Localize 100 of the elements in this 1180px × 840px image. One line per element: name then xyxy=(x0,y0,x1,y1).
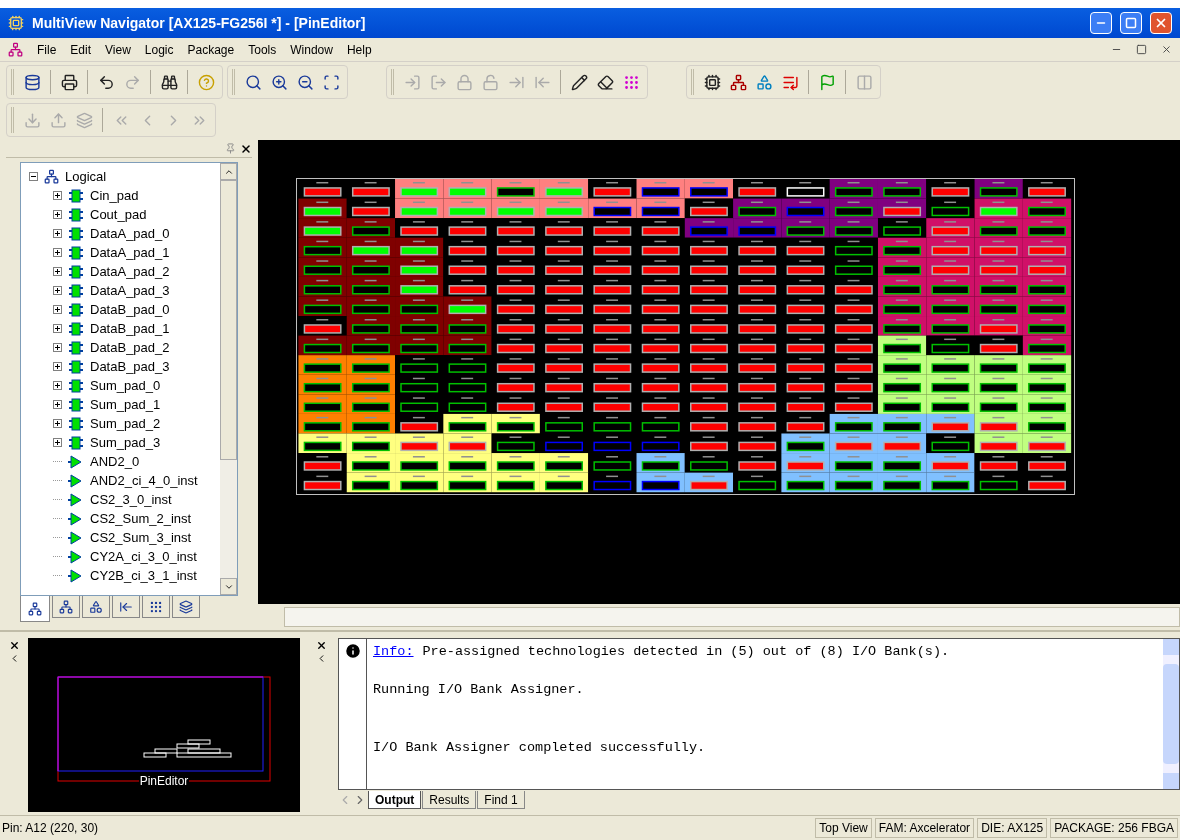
pad-icon xyxy=(68,416,84,431)
panel-tab[interactable] xyxy=(142,596,170,618)
expand-toggle[interactable] xyxy=(53,324,62,333)
panel-close-icon[interactable] xyxy=(315,640,327,651)
panel-close-icon[interactable] xyxy=(8,640,20,651)
hierarchy-icon[interactable] xyxy=(729,73,747,91)
status-field: FAM: Axcelerator xyxy=(874,818,975,838)
pencil-icon[interactable] xyxy=(570,73,588,91)
tree-item[interactable]: DataB_pad_0 xyxy=(90,299,170,320)
expand-toggle[interactable] xyxy=(53,229,62,238)
minimize-button[interactable] xyxy=(1090,12,1112,34)
menu-item[interactable]: Tools xyxy=(248,40,277,59)
expand-toggle[interactable] xyxy=(53,419,62,428)
pad-icon xyxy=(68,321,84,336)
tree-item[interactable]: CS2_Sum_3_inst xyxy=(90,527,192,548)
tree-item[interactable]: CY2A_ci_3_0_inst xyxy=(90,546,197,567)
panel-tab[interactable] xyxy=(52,596,80,618)
expand-toggle[interactable] xyxy=(53,267,62,276)
printer-icon[interactable] xyxy=(60,73,78,91)
maximize-button[interactable] xyxy=(1120,12,1142,34)
pad-icon xyxy=(68,226,84,241)
tree-item[interactable]: Sum_pad_2 xyxy=(90,413,161,434)
expand-toggle[interactable] xyxy=(53,248,62,257)
panel-close-icon[interactable] xyxy=(240,142,252,155)
eraser-icon[interactable] xyxy=(596,73,614,91)
tree-item[interactable]: DataA_pad_2 xyxy=(90,261,170,282)
menu-item[interactable]: Edit xyxy=(70,40,92,59)
expand-toggle[interactable] xyxy=(53,210,62,219)
hierarchy-icon xyxy=(44,169,59,184)
pad-icon xyxy=(68,378,84,393)
menu-item[interactable]: Logic xyxy=(144,40,174,59)
menu-item[interactable]: Help xyxy=(346,40,372,59)
shapes-icon[interactable] xyxy=(755,73,773,91)
menu-item[interactable]: File xyxy=(37,40,57,59)
output-tab[interactable]: Output xyxy=(368,791,422,809)
tree-item[interactable]: DataB_pad_2 xyxy=(90,337,170,358)
pad-icon xyxy=(68,188,84,203)
expand-toggle[interactable] xyxy=(53,362,62,371)
tree-item[interactable]: Cout_pad xyxy=(90,204,147,225)
zoom-fit-icon[interactable] xyxy=(322,73,340,91)
tree-item[interactable]: Sum_pad_0 xyxy=(90,375,161,396)
menu-item[interactable]: Window xyxy=(290,40,333,59)
close-button[interactable] xyxy=(1150,12,1172,34)
panel-tab[interactable] xyxy=(172,596,200,618)
expand-toggle[interactable] xyxy=(53,343,62,352)
menu-item[interactable]: View xyxy=(105,40,131,59)
output-tab[interactable]: Results xyxy=(422,791,477,809)
window-title: MultiView Navigator [AX125-FG256I *] - [PinEditor] xyxy=(32,13,366,33)
tree-item[interactable]: AND2_ci_4_0_inst xyxy=(90,470,198,491)
chip-icon[interactable] xyxy=(703,73,721,91)
panel-tab[interactable] xyxy=(112,596,140,618)
panel-tab[interactable] xyxy=(82,596,110,618)
database-icon[interactable] xyxy=(23,73,41,91)
tree-item[interactable]: Cin_pad xyxy=(90,185,139,206)
zoom-icon[interactable] xyxy=(244,73,262,91)
output-tab[interactable]: Find 1 xyxy=(477,791,525,809)
pad-icon xyxy=(68,302,84,317)
menu-app-icon xyxy=(8,42,23,57)
pad-icon xyxy=(68,397,84,412)
tree-item[interactable]: DataA_pad_1 xyxy=(90,242,170,263)
tree-item[interactable]: CS2_3_0_inst xyxy=(90,489,172,510)
check-flag-icon[interactable] xyxy=(818,73,836,91)
expand-toggle[interactable] xyxy=(53,286,62,295)
info-link[interactable]: Info: xyxy=(373,644,414,659)
expand-toggle[interactable] xyxy=(53,191,62,200)
pad-icon xyxy=(68,245,84,260)
expand-toggle[interactable] xyxy=(53,305,62,314)
binoculars-icon[interactable] xyxy=(160,73,178,91)
tree-item[interactable]: AND2_0 xyxy=(90,451,140,472)
log-message: Running I/O Bank Assigner. xyxy=(373,681,585,699)
horizontal-scrollbar[interactable] xyxy=(284,607,1180,627)
tree-item[interactable]: Sum_pad_3 xyxy=(90,432,161,453)
scrollbar[interactable] xyxy=(220,163,237,595)
undo-icon[interactable] xyxy=(97,73,115,91)
tree-item[interactable]: CS2_Sum_2_inst xyxy=(90,508,192,529)
zoom-in-icon[interactable] xyxy=(270,73,288,91)
expand-toggle[interactable] xyxy=(53,438,62,447)
collapse-toggle[interactable] xyxy=(29,172,38,181)
pad-icon xyxy=(68,264,84,279)
zoom-out-icon[interactable] xyxy=(296,73,314,91)
mdi-close-icon[interactable] xyxy=(1161,44,1172,55)
tree-item[interactable]: Sum_pad_1 xyxy=(90,394,161,415)
color-dots-icon[interactable] xyxy=(622,73,640,91)
tree-item[interactable]: DataB_pad_3 xyxy=(90,356,170,377)
menu-item[interactable]: Package xyxy=(187,40,235,59)
panel-tab[interactable] xyxy=(20,596,50,622)
scrollbar[interactable] xyxy=(1163,639,1179,789)
tree-item[interactable]: DataB_pad_1 xyxy=(90,318,170,339)
hierarchy-icon xyxy=(59,599,73,614)
mdi-restore-icon[interactable] xyxy=(1136,44,1147,55)
expand-toggle[interactable] xyxy=(53,400,62,409)
expand-toggle[interactable] xyxy=(53,381,62,390)
tree-item[interactable]: CY2B_ci_3_1_inst xyxy=(90,565,197,586)
gate-icon xyxy=(68,568,84,583)
log-message: I/O Bank Assigner completed successfully. xyxy=(373,739,707,757)
tree-item[interactable]: DataA_pad_3 xyxy=(90,280,170,301)
tree-item[interactable]: DataA_pad_0 xyxy=(90,223,170,244)
info-icon xyxy=(343,642,362,660)
tree-item[interactable]: Logical xyxy=(65,166,107,187)
close-icon xyxy=(1154,16,1168,30)
